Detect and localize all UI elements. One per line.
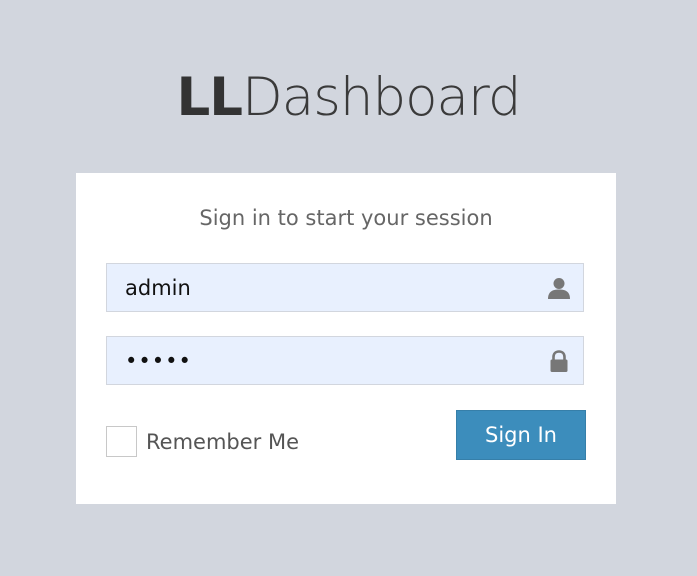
logo-bold-text: LL (176, 67, 243, 128)
login-box: Sign in to start your session Remember M… (76, 173, 616, 504)
remember-me-label[interactable]: Remember Me (146, 428, 299, 456)
password-field (106, 336, 584, 385)
logo-light-text: Dashboard (242, 67, 522, 128)
app-logo[interactable]: LLDashboard (0, 66, 697, 130)
sign-in-button[interactable]: Sign In (456, 410, 586, 460)
username-input[interactable] (107, 264, 537, 311)
lock-icon (547, 349, 571, 373)
remember-me-checkbox[interactable] (106, 426, 137, 457)
password-input[interactable] (107, 337, 537, 384)
login-box-message: Sign in to start your session (199, 206, 493, 230)
username-field (106, 263, 584, 312)
user-icon (547, 276, 571, 300)
